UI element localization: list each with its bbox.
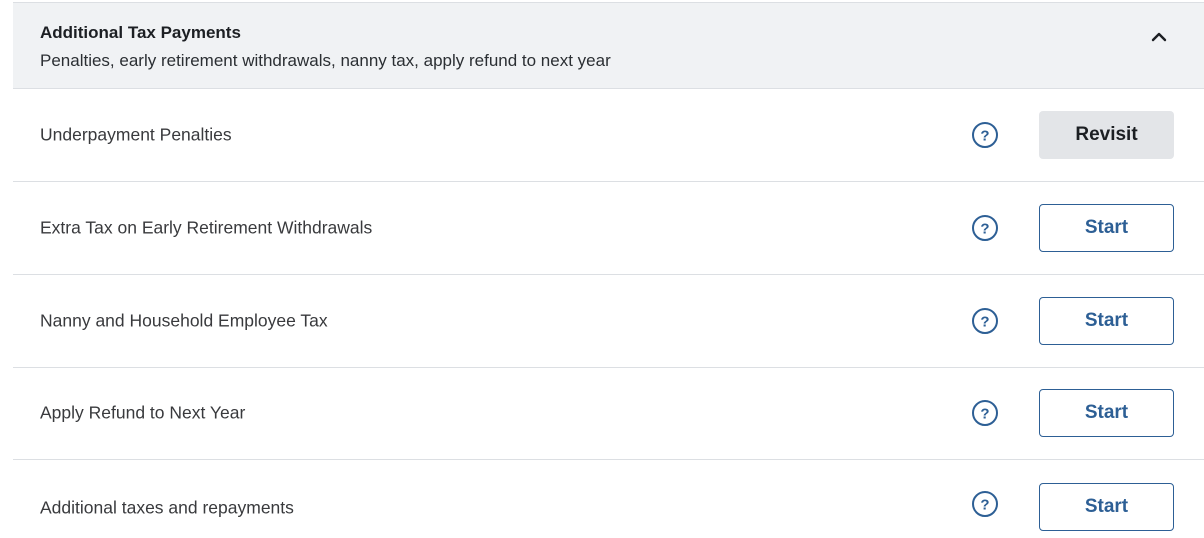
svg-text:?: ? xyxy=(980,406,989,423)
section-title: Additional Tax Payments xyxy=(40,23,241,42)
svg-text:?: ? xyxy=(980,497,989,514)
svg-text:?: ? xyxy=(980,314,989,331)
row-label: Additional taxes and repayments xyxy=(40,497,294,518)
help-icon[interactable]: ? xyxy=(971,214,999,242)
start-button[interactable]: Start xyxy=(1039,483,1174,531)
row-underpayment-penalties: Underpayment Penalties ? Revisit xyxy=(13,89,1204,182)
help-icon[interactable]: ? xyxy=(971,307,999,335)
row-extra-tax-early-withdrawals: Extra Tax on Early Retirement Withdrawal… xyxy=(13,182,1204,275)
row-label: Apply Refund to Next Year xyxy=(40,402,246,423)
row-label: Extra Tax on Early Retirement Withdrawal… xyxy=(40,217,373,238)
chevron-up-icon[interactable] xyxy=(1147,25,1171,49)
revisit-button[interactable]: Revisit xyxy=(1039,111,1174,159)
row-label: Nanny and Household Employee Tax xyxy=(40,310,328,331)
start-button[interactable]: Start xyxy=(1039,297,1174,345)
tax-payments-panel: Additional Tax Payments Penalties, early… xyxy=(0,0,1204,538)
row-label: Underpayment Penalties xyxy=(40,124,232,145)
start-button[interactable]: Start xyxy=(1039,204,1174,252)
section-subtitle: Penalties, early retirement withdrawals,… xyxy=(40,51,611,70)
svg-text:?: ? xyxy=(980,128,989,145)
svg-text:?: ? xyxy=(980,221,989,238)
start-button[interactable]: Start xyxy=(1039,389,1174,437)
row-nanny-household-tax: Nanny and Household Employee Tax ? Start xyxy=(13,275,1204,368)
row-apply-refund-next-year: Apply Refund to Next Year ? Start xyxy=(13,367,1204,460)
help-icon[interactable]: ? xyxy=(971,121,999,149)
help-icon[interactable]: ? xyxy=(971,490,999,518)
help-icon[interactable]: ? xyxy=(971,399,999,427)
section-header[interactable]: Additional Tax Payments Penalties, early… xyxy=(13,2,1204,89)
row-additional-taxes-repayments: Additional taxes and repayments ? Start xyxy=(13,460,1204,538)
